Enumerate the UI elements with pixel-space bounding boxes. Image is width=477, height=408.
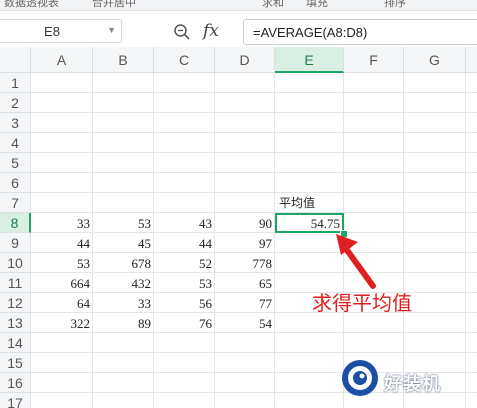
cell-b8[interactable]: 53 xyxy=(93,213,154,233)
row-header-17[interactable]: 17 xyxy=(0,393,31,408)
column-header-b[interactable]: B xyxy=(93,47,154,73)
watermark-text: 好装机 xyxy=(384,374,441,395)
ribbon-item[interactable]: 填充 xyxy=(306,0,328,10)
select-all-corner[interactable] xyxy=(0,47,31,73)
column-header-c[interactable]: C xyxy=(154,47,215,73)
cell-b13[interactable]: 89 xyxy=(93,313,154,333)
cell-d8[interactable]: 90 xyxy=(215,213,275,233)
row-header-16[interactable]: 16 xyxy=(0,373,31,393)
cell-a10[interactable]: 53 xyxy=(31,253,93,273)
row-header-2[interactable]: 2 xyxy=(0,93,31,113)
ribbon-item[interactable]: 排序 xyxy=(384,0,406,10)
spreadsheet-app: 数据透视表 合并居中 求和 填充 排序 E8 ▼ fx =AVERAGE(A8:… xyxy=(0,0,477,408)
cell-a11[interactable]: 664 xyxy=(31,273,93,293)
cell-a12[interactable]: 64 xyxy=(31,293,93,313)
cell-reference: E8 xyxy=(44,24,60,39)
cell-d11[interactable]: 65 xyxy=(215,273,275,293)
annotation-text: 求得平均值 xyxy=(312,291,412,315)
row-header-11[interactable]: 11 xyxy=(0,273,31,293)
row-header-12[interactable]: 12 xyxy=(0,293,31,313)
cell-c12[interactable]: 56 xyxy=(154,293,215,313)
watermark: 好装机 xyxy=(340,358,477,408)
cell-c13[interactable]: 76 xyxy=(154,313,215,333)
cell-d12[interactable]: 77 xyxy=(215,293,275,313)
row-header-15[interactable]: 15 xyxy=(0,353,31,373)
chevron-down-icon[interactable]: ▼ xyxy=(107,25,116,35)
row-header-7[interactable]: 7 xyxy=(0,193,31,213)
cell-c8[interactable]: 43 xyxy=(154,213,215,233)
ribbon-item[interactable]: 求和 xyxy=(262,0,284,10)
cell-a8[interactable]: 33 xyxy=(31,213,93,233)
ribbon-item[interactable]: 数据透视表 xyxy=(4,0,59,10)
row-header-5[interactable]: 5 xyxy=(0,153,31,173)
row-header-13[interactable]: 13 xyxy=(0,313,31,333)
name-box[interactable]: E8 ▼ xyxy=(0,19,122,43)
row-header-14[interactable]: 14 xyxy=(0,333,31,353)
formula-bar: E8 ▼ fx =AVERAGE(A8:D8) xyxy=(0,11,477,48)
fx-icon[interactable]: fx xyxy=(203,21,219,41)
row-header-3[interactable]: 3 xyxy=(0,113,31,133)
ribbon-item[interactable]: 合并居中 xyxy=(92,0,136,10)
row-header-1[interactable]: 1 xyxy=(0,73,31,93)
grid-line xyxy=(31,152,477,153)
cell-b9[interactable]: 45 xyxy=(93,233,154,253)
formula-text: =AVERAGE(A8:D8) xyxy=(253,25,368,40)
grid-line xyxy=(31,92,477,93)
row-header-6[interactable]: 6 xyxy=(0,173,31,193)
row-header-9[interactable]: 9 xyxy=(0,233,31,253)
watermark-logo-icon xyxy=(342,360,378,396)
column-header-f[interactable]: F xyxy=(344,47,404,73)
row-header-10[interactable]: 10 xyxy=(0,253,31,273)
cell-c9[interactable]: 44 xyxy=(154,233,215,253)
cell-a13[interactable]: 322 xyxy=(31,313,93,333)
row-header-4[interactable]: 4 xyxy=(0,133,31,153)
cell-c11[interactable]: 53 xyxy=(154,273,215,293)
column-header-d[interactable]: D xyxy=(215,47,275,73)
column-header-a[interactable]: A xyxy=(31,47,93,73)
cell-b10[interactable]: 678 xyxy=(93,253,154,273)
grid-line xyxy=(31,352,477,353)
grid-line xyxy=(31,172,477,173)
cell-a9[interactable]: 44 xyxy=(31,233,93,253)
cell-e7-label[interactable]: 平均值 xyxy=(279,193,315,213)
cell-d13[interactable]: 54 xyxy=(215,313,275,333)
zoom-icon[interactable] xyxy=(173,23,191,41)
column-header-e[interactable]: E xyxy=(275,47,344,73)
column-header-h[interactable] xyxy=(466,47,477,73)
cell-c10[interactable]: 52 xyxy=(154,253,215,273)
ribbon-toolbar: 数据透视表 合并居中 求和 填充 排序 xyxy=(0,0,477,11)
row-header-8[interactable]: 8 xyxy=(0,213,31,233)
cell-d10[interactable]: 778 xyxy=(215,253,275,273)
cell-d9[interactable]: 97 xyxy=(215,233,275,253)
column-header-g[interactable]: G xyxy=(404,47,466,73)
arrow-icon xyxy=(336,234,376,289)
grid-line xyxy=(31,112,477,113)
cell-b12[interactable]: 33 xyxy=(93,293,154,313)
cell-b11[interactable]: 432 xyxy=(93,273,154,293)
grid-line xyxy=(31,192,477,193)
grid-line xyxy=(31,132,477,133)
formula-input[interactable]: =AVERAGE(A8:D8) xyxy=(243,19,477,45)
